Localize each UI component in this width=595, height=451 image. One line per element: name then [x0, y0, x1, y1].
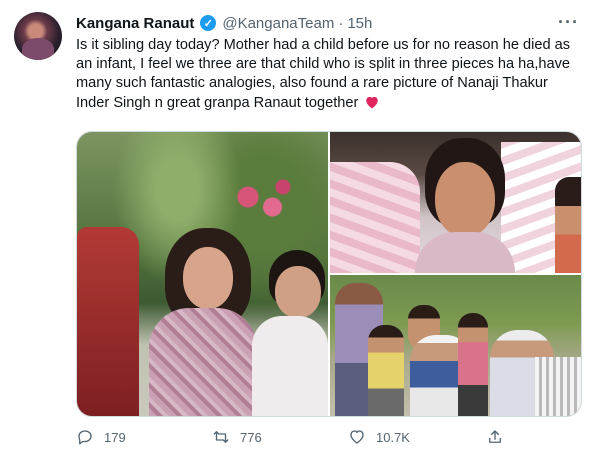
- tweet-body: Is it sibling day today? Mother had a ch…: [76, 37, 571, 111]
- red-heart-icon: [366, 96, 379, 108]
- photo-boy-sweater: [252, 316, 328, 416]
- tweet-header: Kangana Ranaut ✓ @KanganaTeam · 15h ···: [76, 12, 579, 34]
- photo-figure-red: [77, 227, 139, 416]
- media-grid: [76, 131, 582, 417]
- separator-dot: ·: [338, 14, 344, 32]
- like-button[interactable]: 10.7K: [348, 428, 410, 446]
- share-button[interactable]: [486, 428, 506, 446]
- photo-child-dress: [415, 232, 515, 273]
- tweet-actions: 179 776 10.7K: [76, 426, 506, 448]
- photo-sheet-left: [330, 162, 420, 273]
- photo-second-child: [555, 177, 581, 273]
- heart-icon: [350, 430, 364, 444]
- tweet-text: Is it sibling day today? Mother had a ch…: [76, 36, 581, 113]
- photo-girl-face: [183, 247, 233, 309]
- more-horizontal-icon[interactable]: ···: [558, 12, 579, 33]
- photo-flowers: [227, 177, 297, 227]
- retweet-icon: [213, 431, 229, 443]
- reply-button[interactable]: 179: [76, 428, 136, 446]
- retweet-count: 776: [240, 429, 262, 445]
- reply-icon: [78, 430, 92, 445]
- reply-count: 179: [104, 429, 126, 445]
- photo-girl-sweater: [149, 308, 257, 416]
- author-handle[interactable]: @KanganaTeam: [222, 15, 334, 32]
- photo-children-garden[interactable]: [77, 132, 328, 416]
- verified-badge-icon: ✓: [200, 15, 217, 31]
- retweet-button[interactable]: 776: [212, 428, 272, 446]
- photo-girl-closeup[interactable]: [330, 132, 581, 273]
- tweet[interactable]: Kangana Ranaut ✓ @KanganaTeam · 15h ··· …: [0, 0, 595, 451]
- photo-boy-yellow: [368, 325, 404, 416]
- photo-family-group[interactable]: [330, 275, 581, 416]
- share-icon: [489, 430, 501, 443]
- timestamp[interactable]: 15h: [347, 15, 372, 32]
- author-name[interactable]: Kangana Ranaut: [76, 15, 194, 32]
- avatar[interactable]: [14, 12, 62, 60]
- photo-child-face: [435, 162, 495, 237]
- photo-chair: [535, 357, 581, 416]
- photo-girl-pink: [458, 313, 488, 416]
- like-count: 10.7K: [376, 429, 410, 445]
- photo-boy-face: [275, 266, 321, 318]
